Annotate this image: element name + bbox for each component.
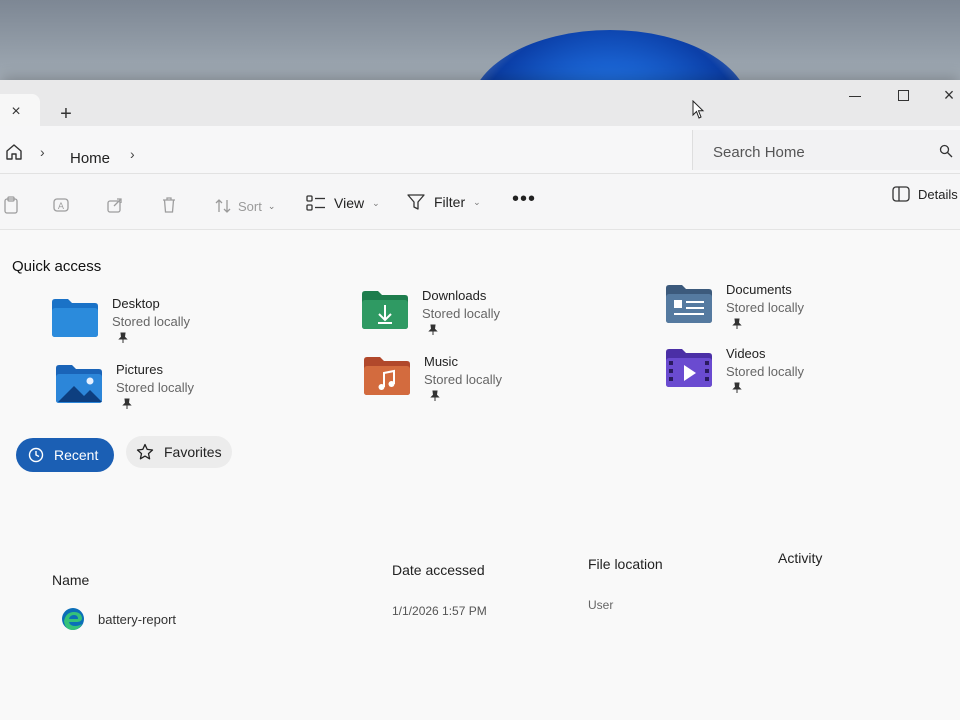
column-header-file-location[interactable]: File location	[588, 556, 663, 572]
pin-icon	[118, 332, 128, 343]
star-icon	[136, 443, 154, 460]
search-input[interactable]: Search Home	[713, 144, 805, 161]
quick-access-item-downloads[interactable]: Downloads Stored locally	[360, 288, 620, 344]
details-label: Details	[918, 186, 958, 202]
table-row[interactable]: battery-report 1/1/2026 1:57 PM User	[0, 598, 960, 642]
quick-access-item-videos[interactable]: Videos Stored locally	[664, 346, 924, 402]
item-name: Desktop	[112, 296, 160, 311]
item-name: Downloads	[422, 288, 487, 303]
column-header-name[interactable]: Name	[52, 572, 89, 588]
column-header-date-accessed[interactable]: Date accessed	[392, 562, 485, 578]
chevron-down-icon: ⌄	[267, 200, 276, 211]
maximize-icon	[897, 89, 909, 101]
item-name: Documents	[726, 282, 792, 297]
item-status: Stored locally	[112, 314, 191, 329]
tab-favorites[interactable]: Favorites	[126, 436, 232, 468]
minimize-button[interactable]	[840, 84, 870, 106]
share-icon[interactable]	[106, 196, 124, 214]
quick-access-item-desktop[interactable]: Desktop Stored locally	[50, 296, 310, 352]
home-icon[interactable]	[4, 142, 24, 162]
tab-recent[interactable]: Recent	[16, 438, 114, 472]
item-status: Stored locally	[422, 306, 501, 321]
pictures-folder-icon	[56, 365, 102, 403]
rename-icon[interactable]: A	[52, 196, 70, 214]
clock-icon	[28, 447, 44, 463]
sort-icon	[215, 199, 231, 213]
delete-icon[interactable]	[160, 196, 178, 214]
close-window-button[interactable]: ×	[934, 84, 960, 106]
pin-icon	[430, 390, 440, 401]
tab-recent-label: Recent	[54, 447, 99, 463]
item-name: Videos	[726, 346, 766, 361]
quick-access-item-pictures[interactable]: Pictures Stored locally	[54, 362, 314, 418]
item-name: Music	[424, 354, 458, 369]
chevron-right-icon[interactable]: ›	[40, 144, 45, 160]
view-button[interactable]: View ⌄	[306, 194, 380, 212]
filter-button[interactable]: Filter ⌄	[406, 192, 481, 212]
filter-icon	[407, 194, 425, 210]
downloads-folder-icon	[362, 291, 408, 329]
paste-icon[interactable]	[2, 196, 20, 214]
item-status: Stored locally	[726, 364, 805, 379]
quick-access-item-documents[interactable]: Documents Stored locally	[664, 282, 924, 338]
minimize-icon	[849, 95, 861, 97]
pin-icon	[732, 382, 742, 393]
pin-icon	[122, 398, 132, 409]
view-label: View	[334, 195, 365, 211]
pin-icon	[732, 318, 742, 329]
command-bar: A Sort ⌄ View ⌄ Filter ⌄ ••• Details	[0, 174, 960, 230]
details-pane-button[interactable]: Details	[892, 186, 958, 202]
date-accessed: 1/1/2026 1:57 PM	[392, 604, 487, 618]
item-name: Pictures	[116, 362, 163, 377]
new-tab-button[interactable]: +	[54, 103, 78, 125]
file-explorer-window: × + × › Home › Search Home A Sort ⌄ View…	[0, 80, 960, 720]
item-status: Stored locally	[424, 372, 503, 387]
details-pane-icon	[892, 186, 910, 202]
breadcrumb-home[interactable]: Home	[70, 150, 110, 167]
item-status: Stored locally	[726, 300, 805, 315]
address-bar: › Home › Search Home	[0, 126, 960, 174]
svg-text:A: A	[58, 202, 65, 212]
filter-label: Filter	[434, 194, 466, 210]
main-content: Quick access Desktop Stored locally Down…	[0, 230, 960, 720]
mouse-cursor-icon	[692, 100, 705, 119]
documents-folder-icon	[666, 285, 712, 323]
tab-favorites-label: Favorites	[164, 444, 222, 460]
chevron-down-icon: ⌄	[372, 197, 380, 208]
more-options-button[interactable]: •••	[512, 188, 536, 211]
search-box[interactable]: Search Home	[692, 130, 960, 170]
search-icon[interactable]	[939, 144, 953, 158]
maximize-button[interactable]	[888, 84, 918, 106]
view-icon	[306, 195, 325, 211]
quick-access-item-music[interactable]: Music Stored locally	[362, 354, 622, 410]
title-bar: × + ×	[0, 80, 960, 126]
quick-access-title: Quick access	[12, 258, 102, 275]
item-status: Stored locally	[116, 380, 195, 395]
file-name: battery-report	[98, 612, 177, 627]
music-folder-icon	[364, 357, 410, 395]
chevron-down-icon: ⌄	[473, 196, 481, 207]
column-header-activity[interactable]: Activity	[778, 550, 822, 566]
sort-label: Sort	[238, 198, 262, 214]
pin-icon	[428, 324, 438, 335]
tab-close-button[interactable]: ×	[6, 102, 26, 122]
chevron-right-icon[interactable]: ›	[130, 146, 135, 162]
videos-folder-icon	[666, 349, 712, 387]
sort-button[interactable]: Sort ⌄	[214, 198, 275, 214]
edge-icon	[62, 608, 84, 630]
desktop-folder-icon	[52, 299, 98, 337]
file-location: User	[588, 598, 614, 612]
